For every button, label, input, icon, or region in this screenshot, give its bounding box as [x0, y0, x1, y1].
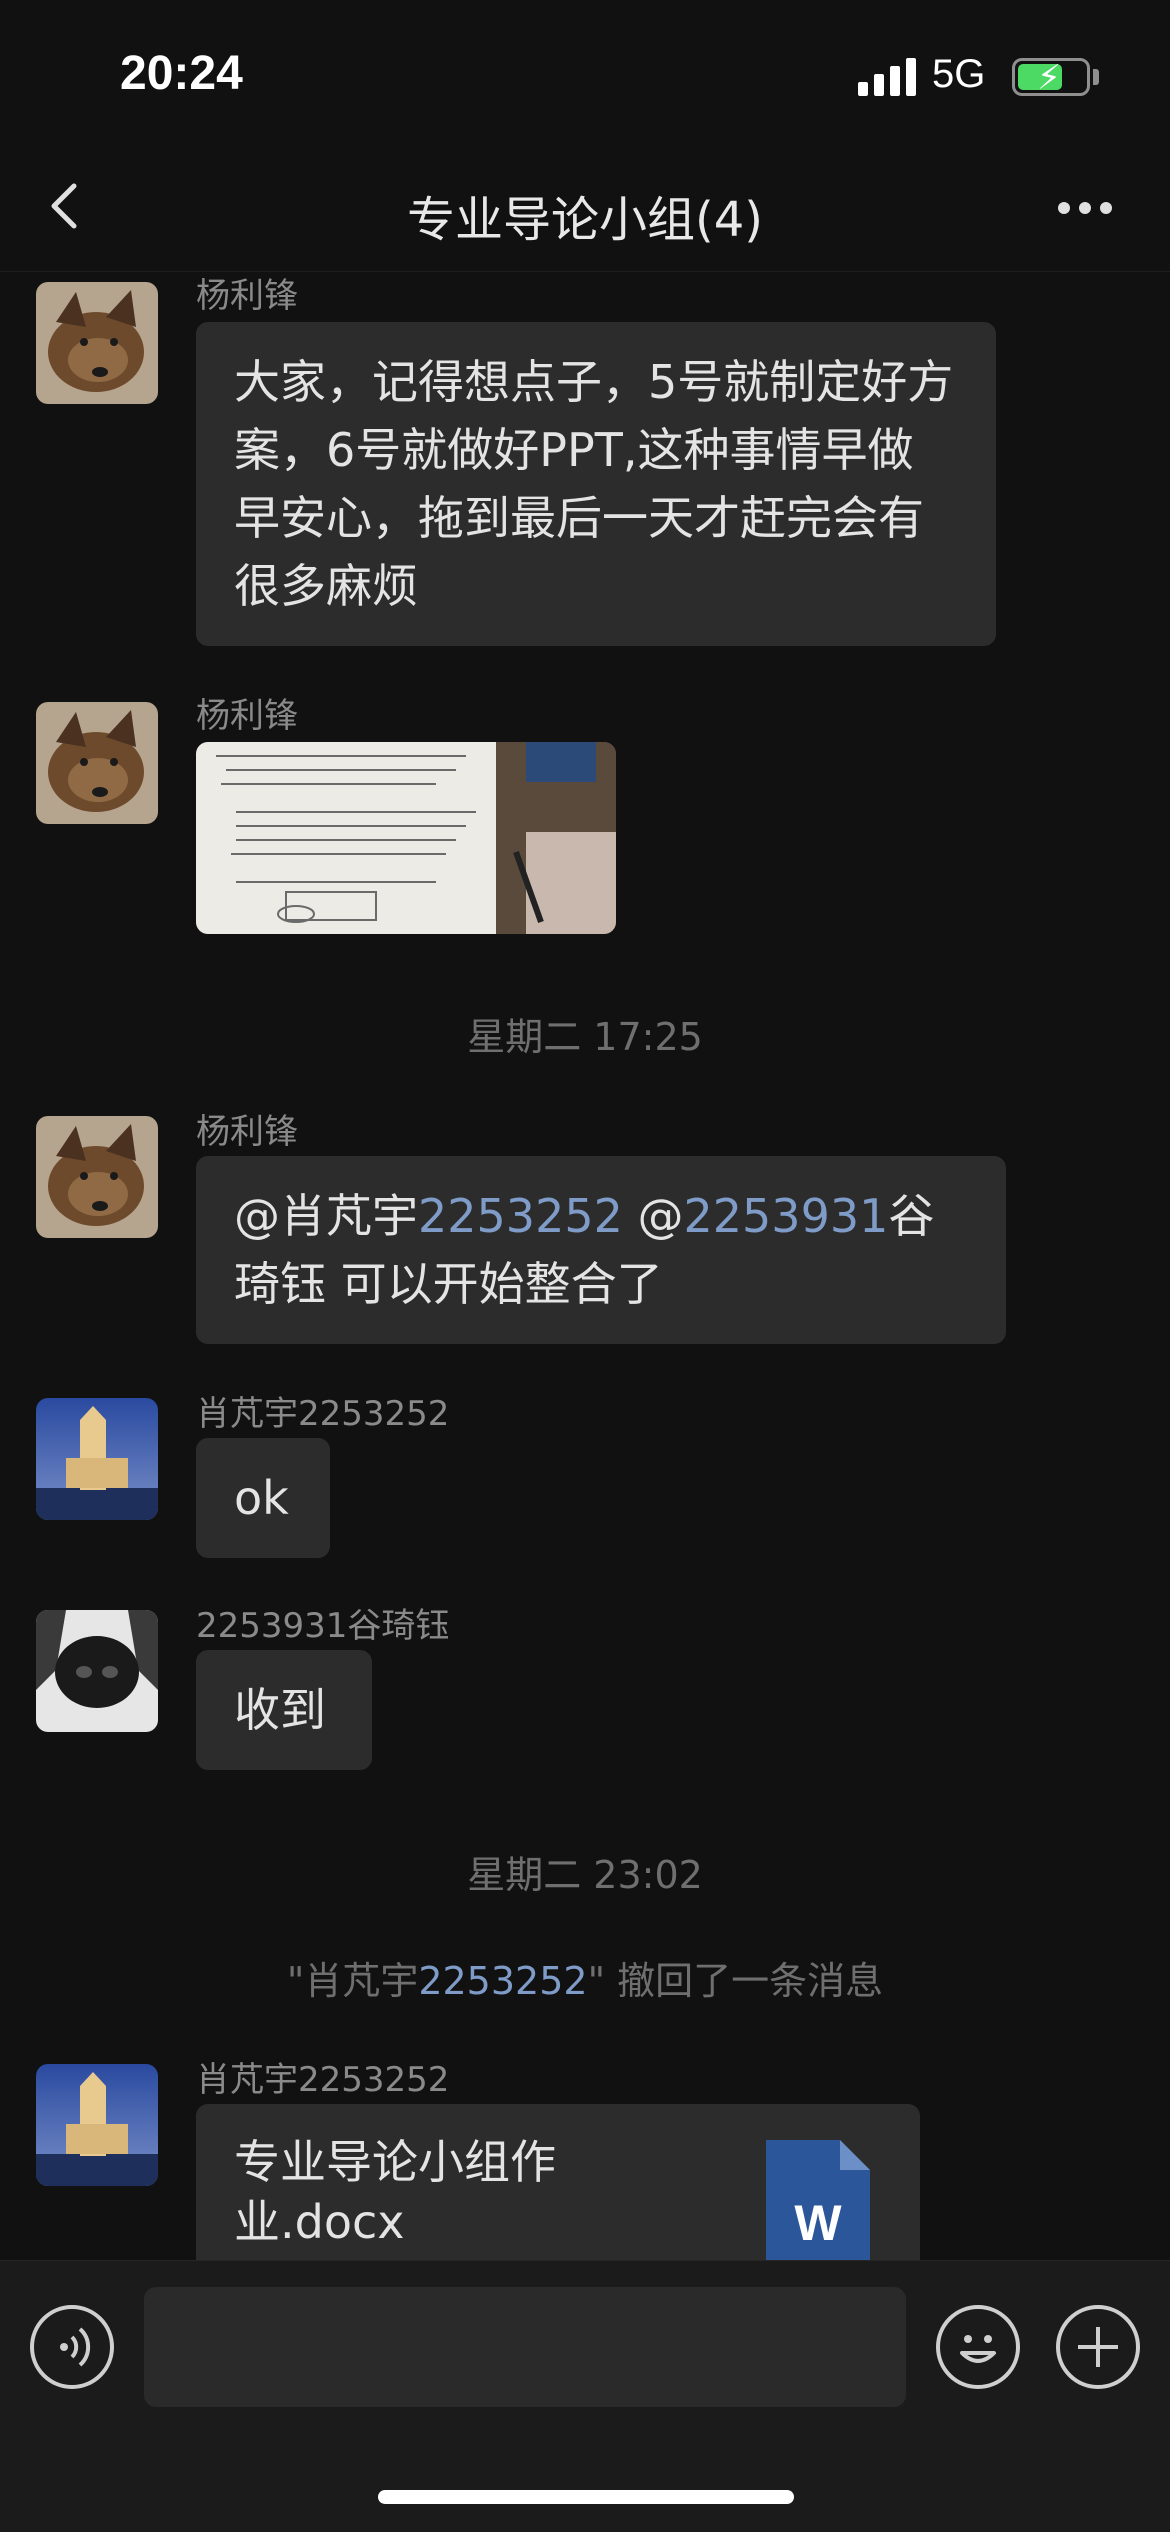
- message-bubble[interactable]: 大家，记得想点子，5号就制定好方案，6号就做好PPT,这种事情早做早安心，拖到最…: [196, 322, 996, 646]
- battery-charging-icon: ⚡: [1012, 58, 1090, 98]
- emoji-icon: [960, 2335, 996, 2363]
- sender-name: 肖芃宇2253252: [196, 2060, 450, 2100]
- status-time: 20:24: [120, 47, 243, 100]
- avatar-wolf[interactable]: [36, 1116, 158, 1238]
- file-message[interactable]: 专业导论小组作业.docx W: [196, 2104, 920, 2260]
- plus-button[interactable]: [1056, 2305, 1140, 2389]
- sender-name: 杨利锋: [196, 276, 298, 316]
- svg-text:W: W: [794, 2195, 842, 2251]
- avatar-wolf[interactable]: [36, 282, 158, 404]
- more-dots-icon: [1058, 202, 1070, 214]
- home-indicator: [378, 2490, 794, 2504]
- mention-text[interactable]: @: [623, 1189, 683, 1243]
- avatar-tower[interactable]: [36, 2064, 158, 2186]
- mention-number[interactable]: 2253931: [684, 1189, 889, 1243]
- file-name: 专业导论小组作业.docx: [234, 2135, 556, 2249]
- chat-title: 专业导论小组(4): [407, 192, 763, 248]
- sender-name: 杨利锋: [196, 696, 298, 736]
- handwritten-notes-photo[interactable]: [196, 742, 616, 934]
- avatar-tower[interactable]: [36, 1398, 158, 1520]
- sender-name: 2253931谷琦钰: [196, 1606, 450, 1646]
- sender-name: 肖芃宇2253252: [196, 1394, 450, 1434]
- more-button[interactable]: [1050, 192, 1120, 222]
- recall-notice: "肖芃宇2253252" 撤回了一条消息: [286, 1959, 884, 2003]
- chat-messages[interactable]: 杨利锋 大家，记得想点子，5号就制定好方案，6号就做好PPT,这种事情早做早安心…: [0, 272, 1170, 2260]
- mention-text[interactable]: @肖芃宇: [234, 1189, 418, 1243]
- word-document-icon: W: [766, 2140, 870, 2260]
- plus-icon: [1078, 2327, 1118, 2367]
- nav-bar: 专业导论小组(4): [0, 150, 1170, 272]
- avatar-wolf[interactable]: [36, 702, 158, 824]
- timestamp: 星期二 17:25: [467, 1015, 703, 1059]
- battery-tip: [1093, 69, 1099, 85]
- sender-name: 杨利锋: [196, 1112, 298, 1152]
- avatar-dog[interactable]: [36, 1610, 158, 1732]
- status-bar: 20:24 5G ⚡: [0, 0, 1170, 150]
- voice-button[interactable]: [30, 2305, 114, 2389]
- emoji-button[interactable]: [936, 2305, 1020, 2389]
- signal-icon: [858, 58, 916, 96]
- network-type: 5G: [932, 52, 986, 96]
- message-bubble[interactable]: 收到: [196, 1650, 372, 1770]
- message-bubble[interactable]: ok: [196, 1438, 330, 1558]
- message-bubble[interactable]: @肖芃宇2253252 @2253931谷琦钰 可以开始整合了: [196, 1156, 1006, 1344]
- voice-icon: [60, 2327, 91, 2367]
- message-input[interactable]: [144, 2287, 906, 2407]
- mention-number[interactable]: 2253252: [418, 1189, 623, 1243]
- timestamp: 星期二 23:02: [467, 1853, 703, 1897]
